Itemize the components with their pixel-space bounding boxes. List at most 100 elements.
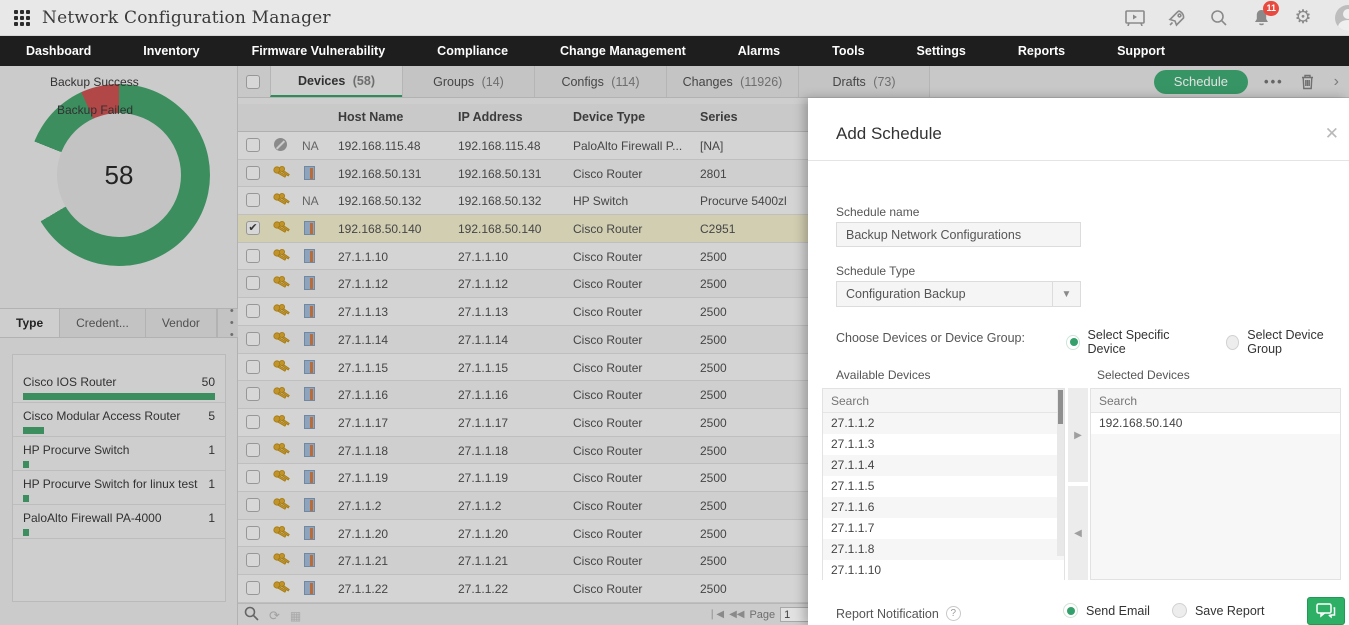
device-type-row[interactable]: Cisco Modular Access Router 5 [13,403,225,437]
schedule-button[interactable]: Schedule [1154,70,1248,94]
config-document-icon[interactable] [304,360,315,374]
col-series[interactable]: Series [700,110,738,124]
tab-configs[interactable]: Configs (114) [534,66,666,97]
col-device-type[interactable]: Device Type [573,110,645,124]
search-icon[interactable] [1209,8,1229,28]
config-document-icon[interactable] [304,526,315,540]
nav-item-dashboard[interactable]: Dashboard [0,36,117,66]
trash-icon[interactable] [1300,73,1316,91]
available-device-item[interactable]: 27.1.1.3 [823,434,1064,455]
credential-keys-icon[interactable]: ... [272,303,296,319]
feedback-button[interactable] [1307,597,1345,625]
device-type-row[interactable]: HP Procurve Switch for linux test 1 [13,471,225,505]
row-checkbox[interactable] [246,138,260,152]
config-document-icon[interactable] [304,581,315,595]
prev-page-icon[interactable]: ◀◀ [729,609,744,620]
available-device-item[interactable]: 27.1.1.6 [823,497,1064,518]
config-document-icon[interactable] [304,470,315,484]
available-list-scrollbar[interactable] [1057,389,1064,556]
config-document-icon[interactable] [304,443,315,457]
close-icon[interactable]: ✕ [1325,124,1339,144]
config-document-icon[interactable] [304,332,315,346]
config-document-icon[interactable] [304,276,315,290]
config-document-icon[interactable] [304,304,315,318]
radio-send-email[interactable] [1063,603,1078,618]
available-device-item[interactable]: 27.1.1.5 [823,476,1064,497]
move-left-icon[interactable]: ◀ [1068,486,1088,580]
credential-keys-icon[interactable]: ... [272,275,296,291]
row-checkbox[interactable] [246,581,260,595]
row-checkbox[interactable] [246,304,260,318]
available-device-item[interactable]: 27.1.1.7 [823,518,1064,539]
nav-item-inventory[interactable]: Inventory [117,36,225,66]
available-device-item[interactable]: 27.1.1.2 [823,413,1064,434]
available-device-item[interactable]: 27.1.1.4 [823,455,1064,476]
radio-select-device-group[interactable] [1226,335,1240,350]
radio-select-specific-device[interactable] [1066,335,1080,350]
config-document-icon[interactable] [304,415,315,429]
device-type-row[interactable]: Cisco IOS Router 50 [13,369,225,403]
table-search-icon[interactable] [244,606,259,625]
app-grid-icon[interactable] [14,10,30,26]
row-checkbox[interactable] [246,193,260,207]
credential-keys-icon[interactable]: ... [272,331,296,347]
row-checkbox[interactable] [246,498,260,512]
col-host-name[interactable]: Host Name [338,110,403,124]
config-document-icon[interactable] [304,221,315,235]
row-checkbox[interactable] [246,415,260,429]
credential-keys-icon[interactable]: ... [272,525,296,541]
chevron-down-icon[interactable]: ▼ [1052,282,1080,306]
credential-keys-icon[interactable]: ... [272,414,296,430]
available-device-item[interactable]: 27.1.1.10 [823,560,1064,581]
rocket-icon[interactable] [1167,8,1187,28]
row-checkbox[interactable] [246,249,260,263]
row-checkbox[interactable] [246,470,260,484]
available-search-input[interactable] [823,394,1064,408]
avatar[interactable] [1335,5,1349,31]
nav-item-reports[interactable]: Reports [992,36,1091,66]
row-checkbox[interactable] [246,387,260,401]
tab-devices[interactable]: Devices (58) [270,66,402,97]
nav-item-compliance[interactable]: Compliance [411,36,534,66]
row-checkbox[interactable] [246,526,260,540]
schedule-type-select[interactable]: Configuration Backup ▼ [836,281,1081,307]
gear-icon[interactable]: ⚙ [1293,8,1313,28]
selected-device-item[interactable]: 192.168.50.140 [1091,413,1340,434]
collapse-chevron-icon[interactable]: › [1334,73,1339,91]
radio-save-report[interactable] [1172,603,1187,618]
first-page-icon[interactable]: ❘◀ [708,609,724,620]
sidebar-tab-type[interactable]: Type [0,309,60,337]
config-document-icon[interactable] [304,553,315,567]
grid-view-icon[interactable]: ▦ [290,609,301,623]
nav-item-tools[interactable]: Tools [806,36,890,66]
more-actions-icon[interactable]: ••• [1264,74,1284,89]
credential-keys-icon[interactable]: ... [272,220,296,236]
credential-keys-icon[interactable]: ... [272,248,296,264]
nav-item-change-management[interactable]: Change Management [534,36,712,66]
help-icon[interactable]: ? [946,606,961,621]
row-checkbox[interactable] [246,276,260,290]
credential-keys-icon[interactable]: ... [272,442,296,458]
credential-keys-icon[interactable]: ... [272,359,296,375]
selected-search-input[interactable] [1091,394,1340,408]
sidebar-tab-credent[interactable]: Credent... [60,309,146,337]
sidebar-tab-vendor[interactable]: Vendor [146,309,217,337]
credential-keys-icon[interactable]: ... [272,192,296,208]
credential-keys-icon[interactable]: ... [272,497,296,513]
presentation-icon[interactable] [1125,8,1145,28]
row-checkbox[interactable] [246,166,260,180]
credential-keys-icon[interactable]: ... [272,552,296,568]
config-document-icon[interactable] [304,249,315,263]
row-checkbox[interactable]: ✔ [246,221,260,235]
nav-item-firmware-vulnerability[interactable]: Firmware Vulnerability [226,36,412,66]
available-device-item[interactable]: 27.1.1.8 [823,539,1064,560]
col-ip-address[interactable]: IP Address [458,110,523,124]
config-document-icon[interactable] [304,166,315,180]
credential-keys-icon[interactable]: ... [272,165,296,181]
config-document-icon[interactable] [304,498,315,512]
device-type-row[interactable]: PaloAlto Firewall PA-4000 1 [13,505,225,539]
credential-keys-icon[interactable]: ... [272,386,296,402]
move-right-icon[interactable]: ▶ [1068,388,1088,482]
bell-icon[interactable]: 11 [1251,8,1271,28]
row-checkbox[interactable] [246,553,260,567]
